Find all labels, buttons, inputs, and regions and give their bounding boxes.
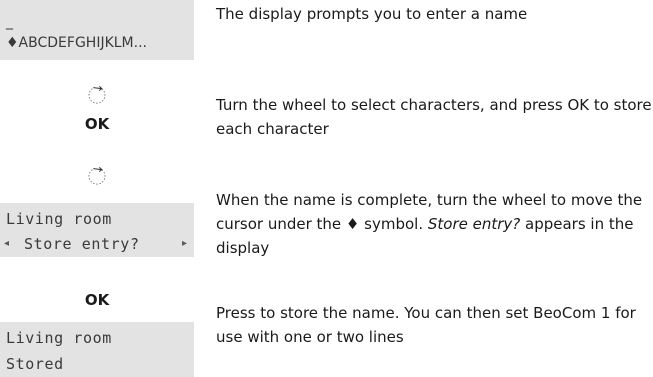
wheel-icon [87,166,107,186]
ok-button-label: OK [84,115,110,133]
store-entry-italic: Store entry? [427,215,521,233]
step4-description: Press to store the name. You can then se… [216,301,653,349]
step3-text: When the name is complete, turn the whee… [216,191,643,257]
right-arrow-icon: ▸ [182,238,188,249]
step1-description: The display prompts you to enter a name [216,2,653,26]
display-cursor: _ [6,14,13,30]
store-entry-display: Living room ◂ Store entry? ▸ [0,203,194,257]
wheel-icon [87,85,107,105]
step2-text: Turn the wheel to select characters, and… [216,96,652,138]
step1-text: The display prompts you to enter a name [216,5,528,23]
left-arrow-icon: ◂ [4,238,10,249]
display-room-name: Living room [6,329,112,347]
step2-description: Turn the wheel to select characters, and… [216,93,653,141]
stored-display: Living room Stored [0,322,194,377]
display-store-prompt: Store entry? [24,235,140,253]
step3-description: When the name is complete, turn the whee… [216,188,653,260]
name-entry-display: _ ♦ABCDEFGHIJKLM... [0,0,194,60]
display-room-name: Living room [6,210,112,228]
display-character-set: ♦ABCDEFGHIJKLM... [6,35,147,51]
step4-text: Press to store the name. You can then se… [216,304,636,346]
ok-button-label: OK [84,291,110,309]
display-stored-status: Stored [6,355,64,373]
